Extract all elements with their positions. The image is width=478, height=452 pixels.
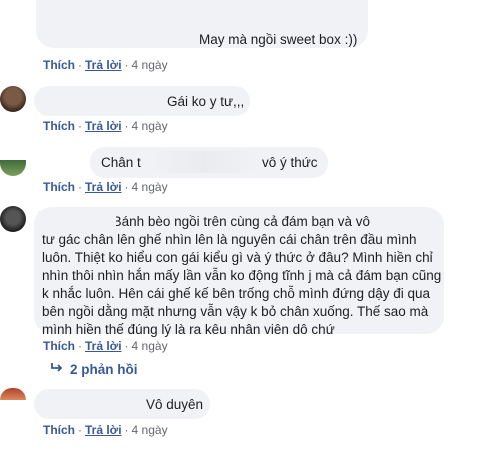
reply-button[interactable]: Trả lời — [85, 339, 122, 353]
comment-time[interactable]: 4 ngày — [132, 339, 168, 353]
comment-actions: Thích · Trả lời · 4 ngày — [43, 180, 168, 194]
redacted-name — [38, 211, 116, 231]
like-button[interactable]: Thích — [43, 180, 75, 194]
comment-time[interactable]: 4 ngày — [132, 180, 168, 194]
reply-button[interactable]: Trả lời — [85, 423, 122, 437]
reply-arrow-icon — [50, 362, 64, 377]
comment-text: Vô duyên — [146, 397, 204, 412]
reply-button[interactable]: Trả lời — [85, 180, 122, 194]
like-button[interactable]: Thích — [43, 119, 75, 133]
avatar[interactable] — [0, 388, 26, 400]
avatar[interactable] — [0, 206, 26, 232]
comment-actions: Thích · Trả lời · 4 ngày — [43, 423, 168, 437]
comment-text: Gái ko y tư,,, — [167, 94, 245, 109]
comment-bubble: May mà ngồi sweet box :)) — [36, 0, 368, 48]
comment-text: Đã từng bị. Bánh bèo ngồi trên cùng cả đ… — [42, 214, 442, 337]
like-button[interactable]: Thích — [43, 423, 75, 437]
like-button[interactable]: Thích — [43, 339, 75, 353]
redacted-name — [42, 393, 138, 413]
comment-time[interactable]: 4 ngày — [132, 119, 168, 133]
avatar[interactable] — [0, 160, 26, 176]
avatar[interactable] — [0, 86, 26, 112]
comment-actions: Thích · Trả lời · 4 ngày — [43, 58, 168, 72]
view-replies-link[interactable]: 2 phản hồi — [50, 362, 138, 377]
comment-actions: Thích · Trả lời · 4 ngày — [43, 119, 168, 133]
comment-actions: Thích · Trả lời · 4 ngày — [43, 339, 168, 353]
comment-time[interactable]: 4 ngày — [132, 423, 168, 437]
comment-time[interactable]: 4 ngày — [132, 58, 168, 72]
replies-count[interactable]: 2 phản hồi — [70, 362, 138, 377]
comment-bubble: Chân t vô ý thức — [90, 147, 328, 178]
comment-bubble: Vô duyên — [34, 389, 210, 419]
reply-button[interactable]: Trả lời — [85, 58, 122, 72]
comment-text: May mà ngồi sweet box :)) — [199, 32, 358, 47]
reply-button[interactable]: Trả lời — [85, 119, 122, 133]
comment-bubble: Đã từng bị. Bánh bèo ngồi trên cùng cả đ… — [34, 207, 444, 337]
redacted-text — [148, 151, 260, 173]
comment-bubble: Gái ko y tư,,, — [34, 86, 250, 116]
comment-text-end: vô ý thức — [262, 155, 318, 170]
comment-text-start: Chân t — [101, 155, 141, 170]
like-button[interactable]: Thích — [43, 58, 75, 72]
